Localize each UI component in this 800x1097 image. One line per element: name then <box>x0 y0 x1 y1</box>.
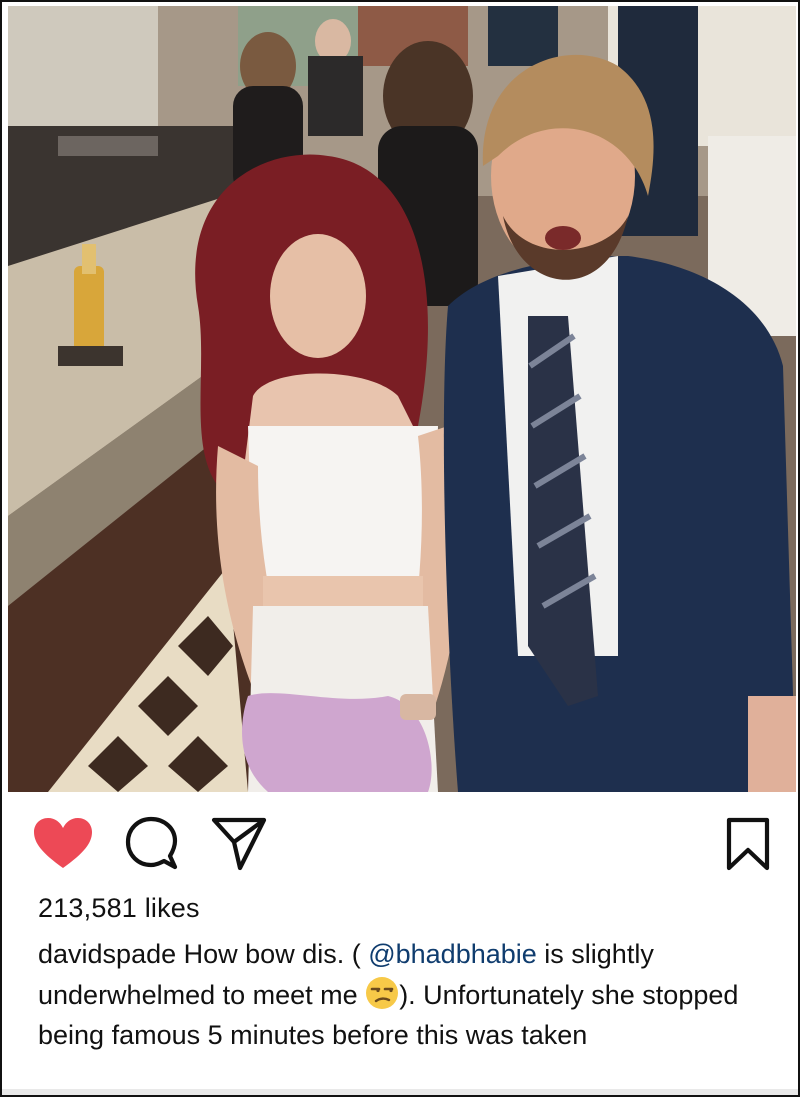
instagram-post: 213,581 likes davidspade How bow dis. ( … <box>0 0 800 1097</box>
comment-button[interactable] <box>124 816 184 872</box>
share-button[interactable] <box>210 816 270 872</box>
post-photo-illustration <box>8 6 796 792</box>
post-caption: davidspade How bow dis. ( @bhadbhabie is… <box>38 934 768 1056</box>
bookmark-icon <box>726 817 770 871</box>
post-action-bar <box>2 802 798 882</box>
send-icon <box>211 817 267 871</box>
likes-count[interactable]: 213,581 likes <box>38 893 200 924</box>
heart-filled-icon <box>34 818 92 868</box>
divider <box>2 1089 798 1095</box>
caption-username[interactable]: davidspade <box>38 939 176 969</box>
unamused-face-icon <box>366 976 399 1009</box>
caption-mention[interactable]: @bhadbhabie <box>368 939 537 969</box>
post-photo[interactable] <box>8 6 796 792</box>
comment-icon <box>125 816 178 870</box>
caption-text-1: How bow dis. ( <box>183 939 361 969</box>
like-button[interactable] <box>32 816 92 872</box>
save-button[interactable] <box>720 816 780 872</box>
